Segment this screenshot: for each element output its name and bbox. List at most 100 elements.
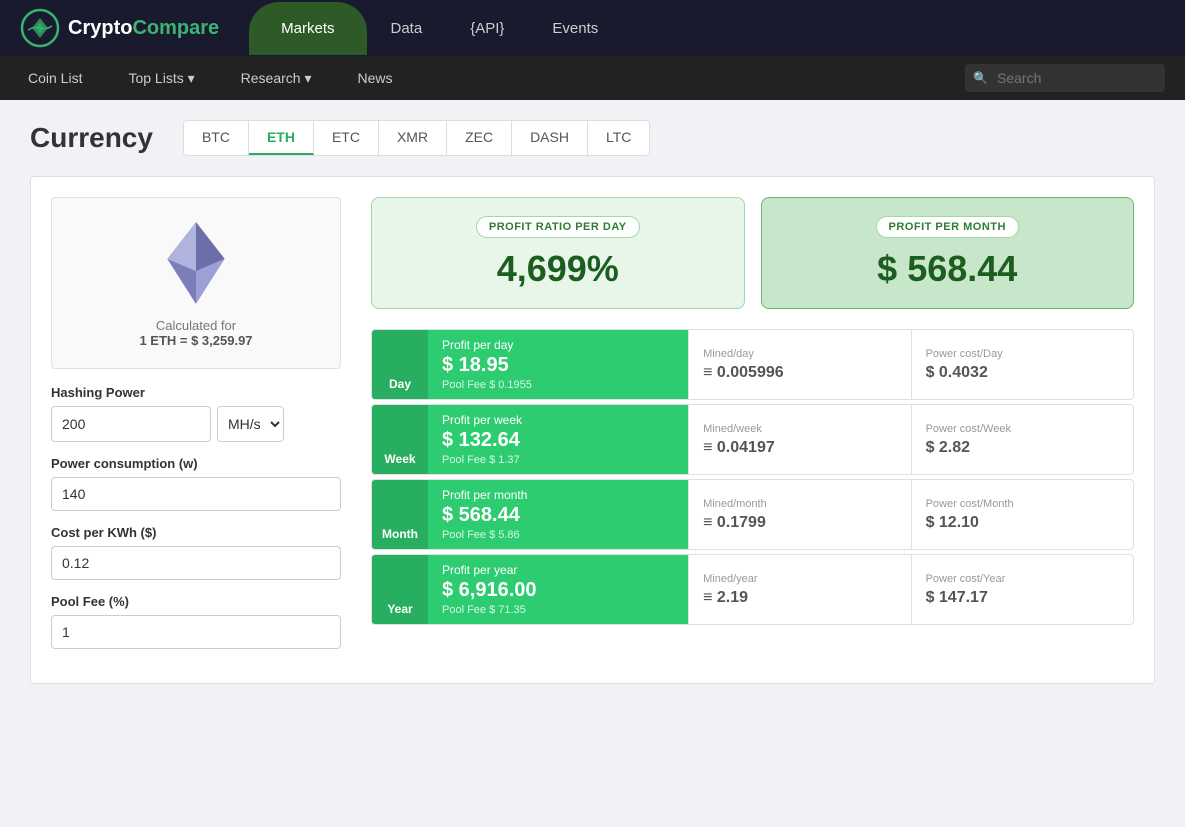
profit-month-cell: Profit per month $ 568.44 Pool Fee $ 5.8… — [428, 480, 688, 549]
profit-day-label: Profit per day — [442, 338, 674, 352]
tab-xmr[interactable]: XMR — [379, 121, 447, 155]
tab-btc[interactable]: BTC — [184, 121, 249, 155]
power-day-label: Power cost/Day — [926, 348, 1119, 360]
power-month-cell: Power cost/Month $ 12.10 — [911, 480, 1133, 549]
nav-top-lists[interactable]: Top Lists ▾ — [120, 58, 202, 99]
power-week-label: Power cost/Week — [926, 423, 1119, 435]
eth-logo-box: Calculated for 1 ETH = $ 3,259.97 — [51, 197, 341, 369]
profit-day-value: $ 18.95 — [442, 354, 674, 377]
main-content: Currency BTC ETH ETC XMR ZEC DASH LTC C — [0, 100, 1185, 704]
cost-kwh-label: Cost per KWh ($) — [51, 525, 341, 540]
nav-events[interactable]: Events — [528, 2, 622, 55]
nav-api[interactable]: {API} — [446, 2, 528, 55]
power-month-label: Power cost/Month — [926, 498, 1119, 510]
nav-news[interactable]: News — [349, 58, 400, 98]
period-year: Year — [372, 555, 428, 624]
profit-card-label: PROFIT PER MONTH — [782, 216, 1114, 238]
nav-coin-list[interactable]: Coin List — [20, 58, 90, 98]
table-row: Month Profit per month $ 568.44 Pool Fee… — [371, 479, 1134, 550]
power-day-cell: Power cost/Day $ 0.4032 — [911, 330, 1133, 399]
mined-year-label: Mined/year — [703, 573, 896, 585]
power-year-label: Power cost/Year — [926, 573, 1119, 585]
pool-fee-label: Pool Fee (%) — [51, 594, 341, 609]
calculator-area: Calculated for 1 ETH = $ 3,259.97 Hashin… — [30, 176, 1155, 684]
logo-icon — [20, 8, 60, 48]
mined-week-label: Mined/week — [703, 423, 896, 435]
profit-week-value: $ 132.64 — [442, 429, 674, 452]
secondary-nav: Coin List Top Lists ▾ Research ▾ News — [0, 56, 1185, 100]
currency-tabs: BTC ETH ETC XMR ZEC DASH LTC — [183, 120, 650, 156]
search-wrapper — [965, 64, 1165, 92]
right-panel: PROFIT RATIO PER DAY 4,699% PROFIT PER M… — [371, 197, 1134, 663]
eth-diamond-icon — [151, 218, 241, 308]
cost-kwh-input[interactable] — [51, 546, 341, 580]
pool-fee-group: Pool Fee (%) — [51, 594, 341, 649]
hashing-power-unit-select[interactable]: MH/s GH/s TH/s — [217, 406, 284, 442]
ratio-card-label: PROFIT RATIO PER DAY — [392, 216, 724, 238]
profit-day-cell: Profit per day $ 18.95 Pool Fee $ 0.1955 — [428, 330, 688, 399]
profit-week-fee: Pool Fee $ 1.37 — [442, 454, 674, 466]
logo-crypto-text: Crypto — [68, 17, 132, 39]
hashing-power-row: MH/s GH/s TH/s — [51, 406, 341, 442]
table-row: Year Profit per year $ 6,916.00 Pool Fee… — [371, 554, 1134, 625]
profit-month-value: $ 568.44 — [442, 504, 674, 527]
tab-zec[interactable]: ZEC — [447, 121, 512, 155]
hashing-power-group: Hashing Power MH/s GH/s TH/s — [51, 385, 341, 442]
hashing-power-input[interactable] — [51, 406, 211, 442]
nav-research[interactable]: Research ▾ — [233, 58, 320, 99]
power-year-value: $ 147.17 — [926, 589, 1119, 607]
power-consumption-label: Power consumption (w) — [51, 456, 341, 471]
mined-month-label: Mined/month — [703, 498, 896, 510]
ratio-value: 4,699% — [392, 248, 724, 290]
mined-year-value: ≡ 2.19 — [703, 589, 896, 607]
mined-week-cell: Mined/week ≡ 0.04197 — [688, 405, 910, 474]
profit-week-cell: Profit per week $ 132.64 Pool Fee $ 1.37 — [428, 405, 688, 474]
tab-eth[interactable]: ETH — [249, 121, 314, 155]
logo[interactable]: CryptoCompare — [20, 8, 219, 48]
tab-ltc[interactable]: LTC — [588, 121, 649, 155]
pool-fee-input[interactable] — [51, 615, 341, 649]
period-month: Month — [372, 480, 428, 549]
table-row: Day Profit per day $ 18.95 Pool Fee $ 0.… — [371, 329, 1134, 400]
table-row: Week Profit per week $ 132.64 Pool Fee $… — [371, 404, 1134, 475]
top-nav: CryptoCompare Markets Data {API} Events — [0, 0, 1185, 56]
top-nav-links: Markets Data {API} Events — [249, 2, 1165, 55]
mined-month-cell: Mined/month ≡ 0.1799 — [688, 480, 910, 549]
search-input[interactable] — [965, 64, 1165, 92]
left-panel: Calculated for 1 ETH = $ 3,259.97 Hashin… — [51, 197, 341, 663]
profit-table: Day Profit per day $ 18.95 Pool Fee $ 0.… — [371, 329, 1134, 625]
profit-year-value: $ 6,916.00 — [442, 579, 674, 602]
nav-data[interactable]: Data — [367, 2, 447, 55]
mined-day-label: Mined/day — [703, 348, 896, 360]
power-week-value: $ 2.82 — [926, 439, 1119, 457]
ratio-card: PROFIT RATIO PER DAY 4,699% — [371, 197, 745, 309]
power-month-value: $ 12.10 — [926, 514, 1119, 532]
period-day: Day — [372, 330, 428, 399]
hashing-power-label: Hashing Power — [51, 385, 341, 400]
profit-year-label: Profit per year — [442, 563, 674, 577]
mined-month-value: ≡ 0.1799 — [703, 514, 896, 532]
profit-year-fee: Pool Fee $ 71.35 — [442, 604, 674, 616]
tab-etc[interactable]: ETC — [314, 121, 379, 155]
profit-badge: PROFIT PER MONTH — [876, 216, 1019, 238]
profit-card: PROFIT PER MONTH $ 568.44 — [761, 197, 1135, 309]
cost-kwh-group: Cost per KWh ($) — [51, 525, 341, 580]
mined-year-cell: Mined/year ≡ 2.19 — [688, 555, 910, 624]
mined-day-cell: Mined/day ≡ 0.005996 — [688, 330, 910, 399]
summary-cards: PROFIT RATIO PER DAY 4,699% PROFIT PER M… — [371, 197, 1134, 309]
mined-day-value: ≡ 0.005996 — [703, 364, 896, 382]
currency-header: Currency BTC ETH ETC XMR ZEC DASH LTC — [30, 120, 1155, 156]
logo-compare-text: Compare — [132, 17, 219, 39]
tab-dash[interactable]: DASH — [512, 121, 588, 155]
profit-week-label: Profit per week — [442, 413, 674, 427]
power-consumption-input[interactable] — [51, 477, 341, 511]
profit-month-label: Profit per month — [442, 488, 674, 502]
ratio-badge: PROFIT RATIO PER DAY — [476, 216, 640, 238]
nav-markets[interactable]: Markets — [249, 2, 366, 55]
profit-value: $ 568.44 — [782, 248, 1114, 290]
power-day-value: $ 0.4032 — [926, 364, 1119, 382]
power-consumption-group: Power consumption (w) — [51, 456, 341, 511]
mined-week-value: ≡ 0.04197 — [703, 439, 896, 457]
page-title: Currency — [30, 122, 153, 154]
power-year-cell: Power cost/Year $ 147.17 — [911, 555, 1133, 624]
